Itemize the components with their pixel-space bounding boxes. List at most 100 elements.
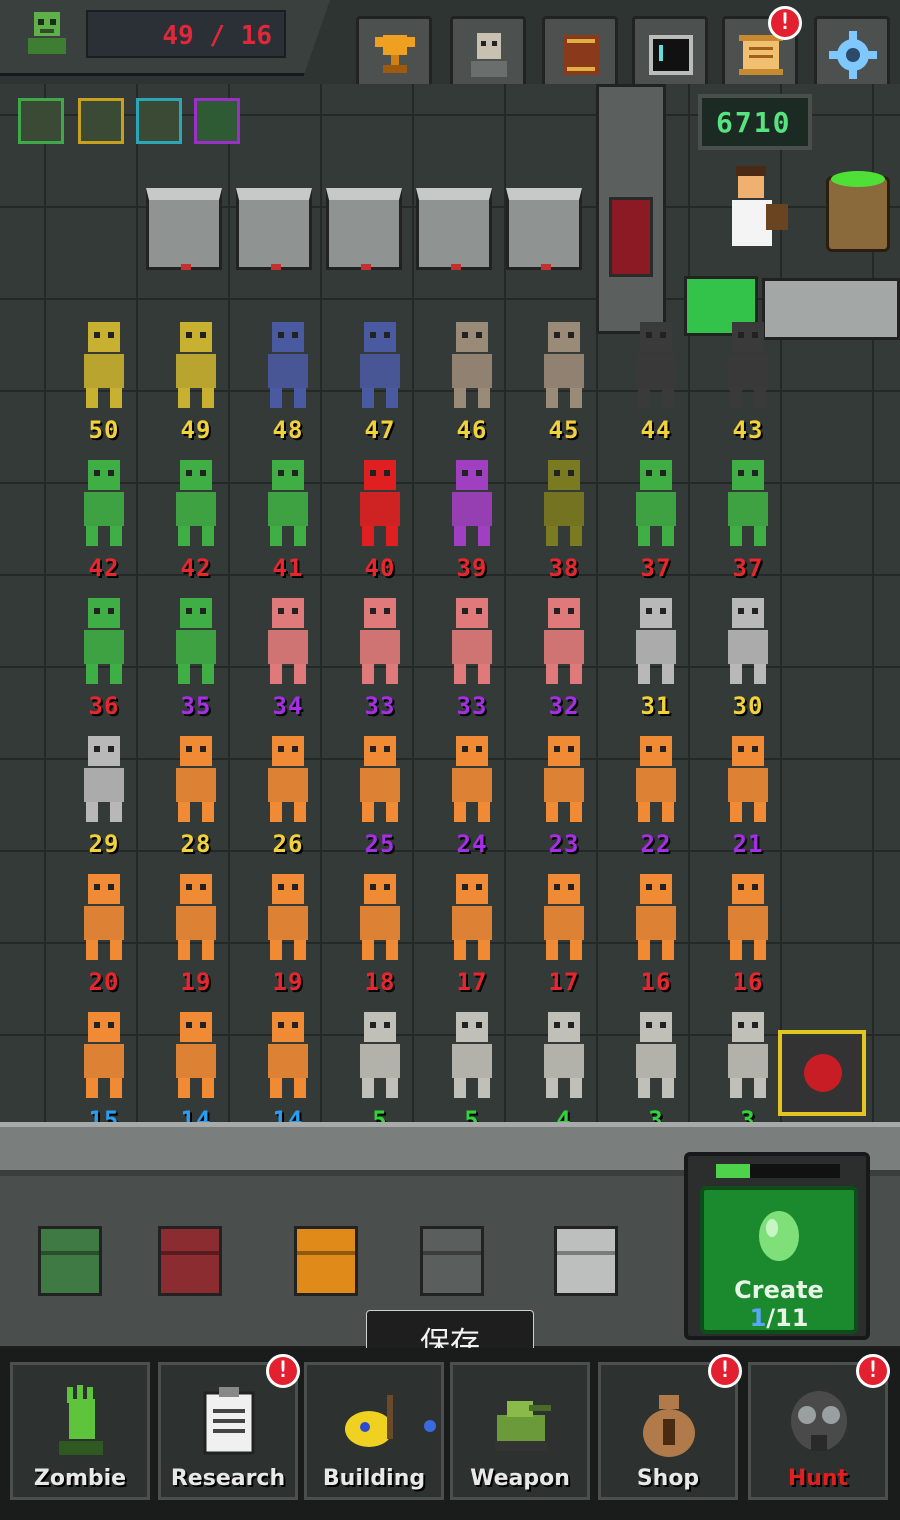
coin-text: 6710 xyxy=(716,106,792,139)
zombie-cell[interactable]: 19 xyxy=(150,862,242,998)
page-dot xyxy=(424,1420,436,1432)
nav-building[interactable]: Building xyxy=(304,1362,444,1500)
zombie-cell[interactable]: 19 xyxy=(242,862,334,998)
zombie-sprite-icon xyxy=(176,322,216,408)
zombie-level-label: 17 xyxy=(548,968,580,996)
nav-zombie[interactable]: Zombie xyxy=(10,1362,150,1500)
zombie-cell[interactable]: 18 xyxy=(334,862,426,998)
zombie-cell[interactable]: 35 xyxy=(150,586,242,722)
zombie-cell[interactable]: 43 xyxy=(702,310,794,446)
zombie-cell[interactable]: 29 xyxy=(58,724,150,860)
slime-barrel[interactable] xyxy=(826,171,890,252)
zombie-sprite-icon xyxy=(728,598,768,684)
buff-slot-2[interactable] xyxy=(78,98,124,144)
nav-weapon[interactable]: Weapon xyxy=(450,1362,590,1500)
buff-slot-3[interactable] xyxy=(136,98,182,144)
zombie-level-label: 24 xyxy=(456,830,488,858)
zombie-cell[interactable]: 31 xyxy=(610,586,702,722)
zombie-level-label: 49 xyxy=(180,416,212,444)
orange-chest[interactable] xyxy=(294,1226,358,1296)
zombie-cell[interactable]: 33 xyxy=(426,586,518,722)
zombie-level-label: 32 xyxy=(548,692,580,720)
settings-button[interactable] xyxy=(814,16,890,92)
zombie-sprite-icon xyxy=(360,460,400,546)
zombie-cell[interactable]: 30 xyxy=(702,586,794,722)
book-button[interactable] xyxy=(542,16,618,92)
zombie-sprite-icon xyxy=(636,1012,676,1098)
zombie-level-label: 31 xyxy=(640,692,672,720)
zombie-sprite-icon xyxy=(452,598,492,684)
zombie-sprite-icon xyxy=(636,874,676,960)
zombie-cell[interactable]: 16 xyxy=(702,862,794,998)
zombie-cell[interactable]: 49 xyxy=(150,310,242,446)
zombie-cell[interactable]: 14 xyxy=(150,1000,242,1136)
zombie-cell[interactable]: 40 xyxy=(334,448,426,584)
zombie-sprite-icon xyxy=(544,460,584,546)
zombie-cell[interactable]: 41 xyxy=(242,448,334,584)
zombie-cell[interactable]: 39 xyxy=(426,448,518,584)
zombie-sprite-icon xyxy=(268,460,308,546)
zombie-cell[interactable]: 42 xyxy=(58,448,150,584)
zombie-level-label: 25 xyxy=(364,830,396,858)
buff-slot-4[interactable] xyxy=(194,98,240,144)
zombie-cell[interactable]: 16 xyxy=(610,862,702,998)
zombie-cell[interactable]: 17 xyxy=(518,862,610,998)
zombie-cell[interactable]: 36 xyxy=(58,586,150,722)
zombie-cell[interactable]: 24 xyxy=(426,724,518,860)
gray-chest[interactable] xyxy=(420,1226,484,1296)
zombie-level-label: 17 xyxy=(456,968,488,996)
zombie-cell[interactable]: 33 xyxy=(334,586,426,722)
zombie-cell[interactable]: 46 xyxy=(426,310,518,446)
zombie-sprite-icon xyxy=(728,736,768,822)
zombie-cell[interactable]: 44 xyxy=(610,310,702,446)
hp-text: 49 / 16 xyxy=(162,21,272,51)
zombie-cell[interactable]: 37 xyxy=(702,448,794,584)
nav-building-label: Building xyxy=(322,1466,426,1491)
zombie-level-label: 43 xyxy=(732,416,764,444)
zombie-cell[interactable]: 42 xyxy=(150,448,242,584)
tank-icon xyxy=(495,1401,551,1451)
hp-panel: 49 / 16 xyxy=(0,0,330,76)
research-alert-badge: ! xyxy=(266,1354,300,1388)
zombie-cell[interactable]: 15 xyxy=(58,1000,150,1136)
zombie-cell[interactable]: 38 xyxy=(518,448,610,584)
tablet-button[interactable] xyxy=(632,16,708,92)
zombie-cell[interactable]: 23 xyxy=(518,724,610,860)
create-button[interactable]: Create 1/11 xyxy=(700,1186,858,1334)
zombie-cell[interactable]: 21 xyxy=(702,724,794,860)
zombie-sprite-icon xyxy=(636,736,676,822)
green-chest[interactable] xyxy=(38,1226,102,1296)
zombie-cell[interactable]: 28 xyxy=(150,724,242,860)
zombie-cell[interactable]: 34 xyxy=(242,586,334,722)
zombie-sprite-icon xyxy=(728,1012,768,1098)
zombie-level-label: 19 xyxy=(180,968,212,996)
zombie-cell[interactable]: 14 xyxy=(242,1000,334,1136)
zombie-cell[interactable]: 5 xyxy=(334,1000,426,1136)
zombie-cell[interactable]: 25 xyxy=(334,724,426,860)
zombie-cell[interactable]: 17 xyxy=(426,862,518,998)
zombie-level-label: 16 xyxy=(640,968,672,996)
zombie-level-label: 37 xyxy=(640,554,672,582)
red-chest[interactable] xyxy=(158,1226,222,1296)
zombie-cell[interactable]: 22 xyxy=(610,724,702,860)
zombie-cell[interactable]: 26 xyxy=(242,724,334,860)
zombie-cell[interactable]: 4 xyxy=(518,1000,610,1136)
zombie-level-label: 46 xyxy=(456,416,488,444)
buff-slot-1[interactable] xyxy=(18,98,64,144)
zombie-level-label: 40 xyxy=(364,554,396,582)
zombie-sprite-icon xyxy=(84,874,124,960)
zombie-cell[interactable]: 48 xyxy=(242,310,334,446)
zombie-sprite-icon xyxy=(268,874,308,960)
silver-chest[interactable] xyxy=(554,1226,618,1296)
zombie-cell[interactable]: 32 xyxy=(518,586,610,722)
zombie-cell[interactable]: 45 xyxy=(518,310,610,446)
zombie-cell[interactable]: 20 xyxy=(58,862,150,998)
zombie-portrait-button[interactable] xyxy=(450,16,526,92)
alarm-button[interactable] xyxy=(778,1030,866,1116)
zombie-cell[interactable]: 47 xyxy=(334,310,426,446)
trophy-button[interactable] xyxy=(356,16,432,92)
zombie-cell[interactable]: 50 xyxy=(58,310,150,446)
zombie-cell[interactable]: 37 xyxy=(610,448,702,584)
zombie-cell[interactable]: 3 xyxy=(610,1000,702,1136)
zombie-cell[interactable]: 5 xyxy=(426,1000,518,1136)
